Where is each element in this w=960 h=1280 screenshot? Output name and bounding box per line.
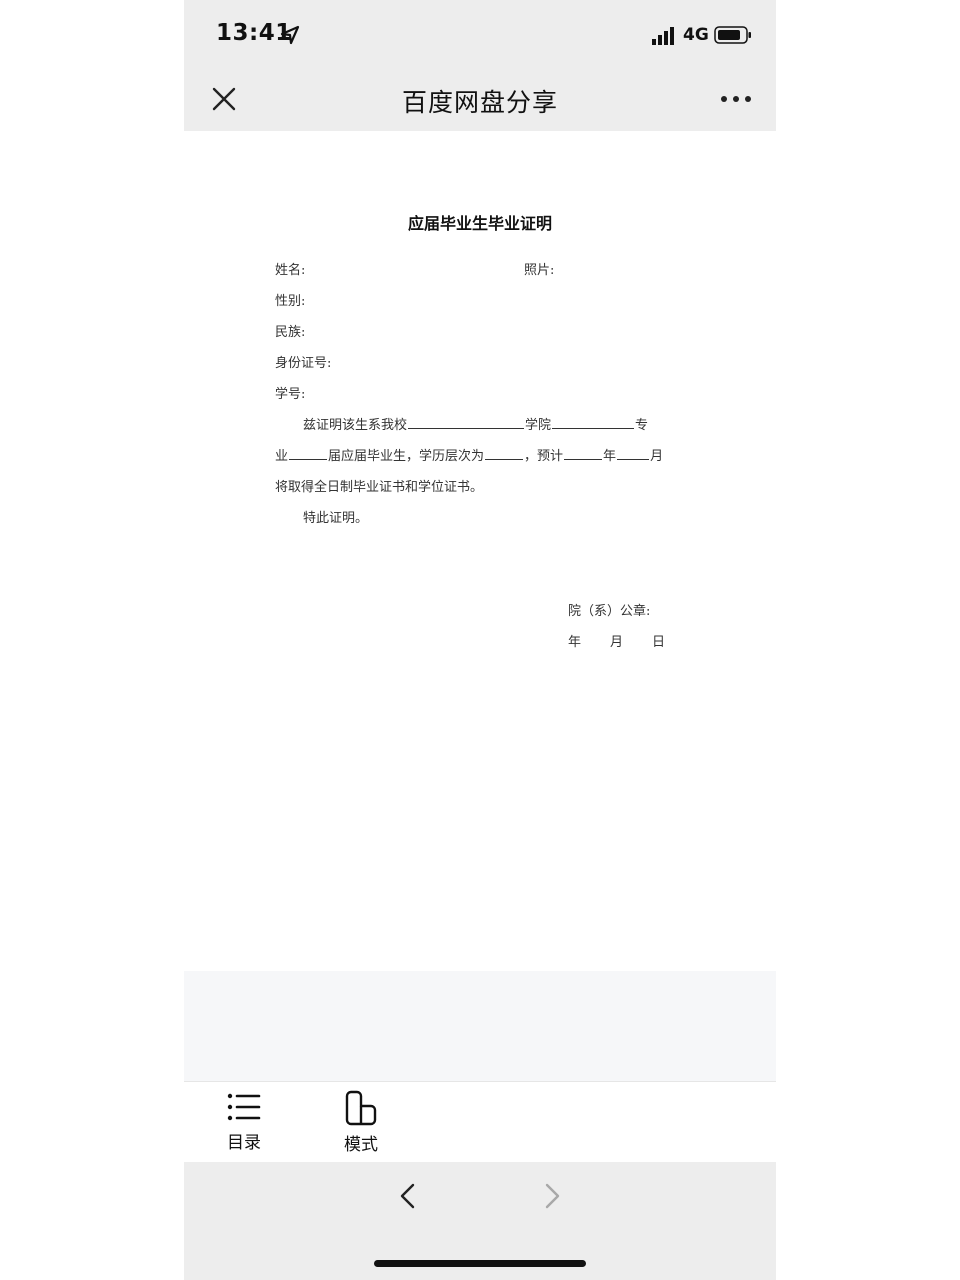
seal-label: 院（系）公章: — [568, 604, 651, 619]
body-line-2: 业 届应届毕业生，学历层次为 ，预计 年 月 — [275, 445, 663, 464]
field-id-number: 身份证号: — [275, 356, 332, 371]
bottom-toolbar: 目录 模式 — [184, 1081, 776, 1163]
chevron-right-icon[interactable] — [540, 1182, 564, 1210]
body-text: 业 — [275, 449, 289, 464]
mode-button[interactable]: 模式 — [326, 1090, 396, 1155]
home-indicator[interactable] — [374, 1260, 586, 1267]
date-day: 日 — [652, 635, 666, 650]
viewer-background — [184, 971, 776, 1081]
list-icon — [227, 1093, 261, 1121]
top-bar: 13:41 4G 百度网盘分享 — [184, 0, 776, 131]
body-text: 学院 — [525, 418, 552, 433]
field-ethnicity: 民族: — [275, 325, 306, 340]
browser-nav-bar — [184, 1162, 776, 1280]
blank-line — [564, 447, 603, 460]
body-line-1: 兹证明该生系我校 学院 专 — [303, 414, 648, 433]
body-text: 月 — [650, 449, 664, 464]
field-photo: 照片: — [524, 263, 555, 278]
battery-icon — [714, 26, 751, 44]
body-line-4: 特此证明。 — [303, 511, 369, 526]
network-label: 4G — [683, 25, 709, 45]
more-icon[interactable] — [721, 96, 751, 104]
document-page: 应届毕业生毕业证明 姓名: 照片: 性别: 民族: 身份证号: 学号: 兹证明该… — [184, 131, 776, 971]
toc-button[interactable]: 目录 — [209, 1090, 279, 1153]
body-text: 专 — [635, 418, 649, 433]
date-year: 年 — [568, 635, 582, 650]
blank-line — [289, 447, 328, 460]
date-month: 月 — [610, 635, 624, 650]
body-text: 兹证明该生系我校 — [303, 418, 408, 433]
field-gender: 性别: — [275, 294, 306, 309]
field-student-id: 学号: — [275, 387, 306, 402]
body-text: 年 — [603, 449, 617, 464]
mode-label: 模式 — [344, 1135, 378, 1155]
blank-line — [552, 416, 635, 429]
location-arrow-icon — [280, 25, 300, 45]
field-name: 姓名: — [275, 263, 306, 278]
page-title: 百度网盘分享 — [401, 88, 558, 117]
phone-screen: 13:41 4G 百度网盘分享 应届毕业生毕业证明 姓名: 照片: 性别: 民族… — [184, 0, 776, 1280]
body-line-3: 将取得全日制毕业证书和学位证书。 — [275, 480, 484, 495]
body-text: 届应届毕业生，学历层次为 — [328, 449, 485, 464]
signal-icon — [652, 27, 674, 45]
blank-line — [408, 416, 525, 429]
mode-icon — [345, 1090, 377, 1126]
toc-label: 目录 — [227, 1133, 261, 1153]
blank-line — [617, 447, 650, 460]
chevron-left-icon[interactable] — [396, 1182, 420, 1210]
document-title: 应届毕业生毕业证明 — [407, 214, 552, 233]
blank-line — [485, 447, 524, 460]
body-text: ，预计 — [524, 449, 564, 464]
